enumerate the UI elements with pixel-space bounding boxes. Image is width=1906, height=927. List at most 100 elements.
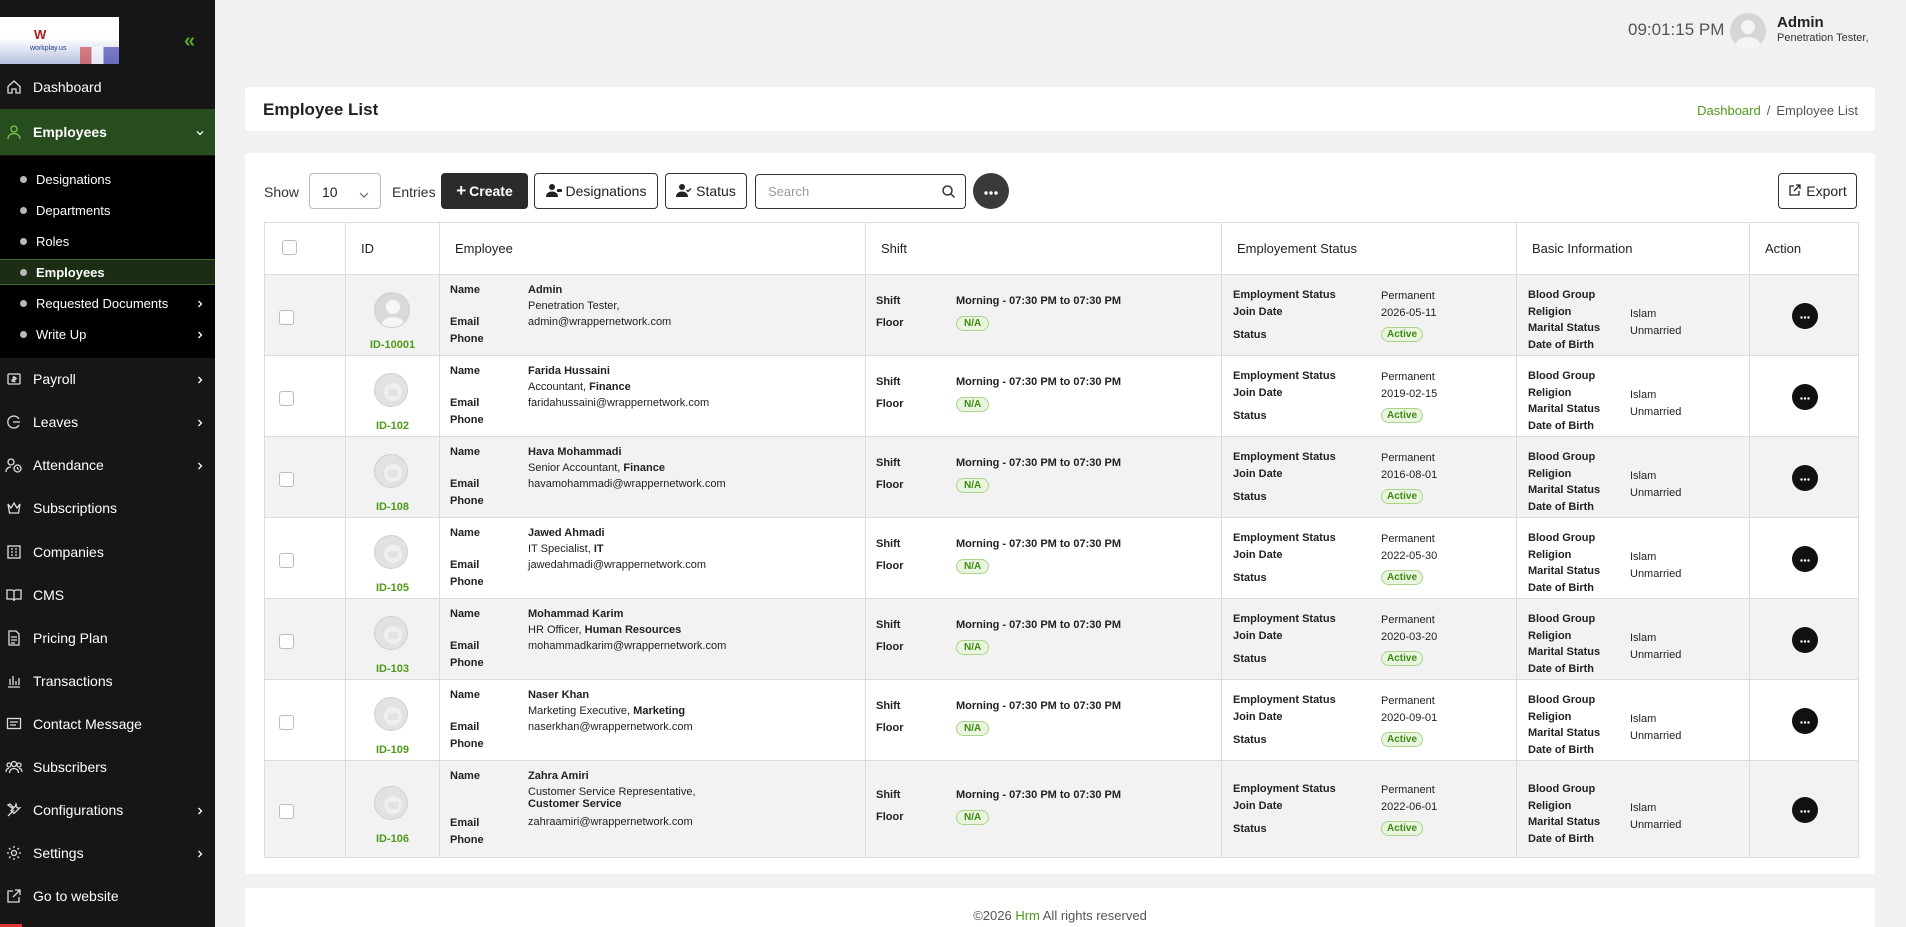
column-header-id[interactable]: ID [345,222,440,275]
submenu-item-departments[interactable]: Departments [0,197,215,223]
marital-status-value: Unmarried [1630,325,1682,337]
row-select-cell [264,436,346,518]
table-row[interactable]: ID-108 Name Hava Mohammadi Senior Accoun… [264,436,1859,518]
sidebar-item-leaves[interactable]: Leaves [0,404,215,440]
status-label: Status [1233,572,1267,584]
employee-id-link[interactable]: ID-105 [346,582,439,594]
join-date-value: 2022-06-01 [1381,801,1438,813]
sidebar-item-transactions[interactable]: Transactions [0,663,215,699]
employee-department: Finance [623,462,665,474]
row-checkbox[interactable] [279,310,294,325]
sidebar-item-go-to-website[interactable]: Go to website [0,878,215,914]
sidebar-item-cms[interactable]: CMS [0,577,215,613]
sidebar-item-attendance[interactable]: Attendance [0,447,215,483]
row-actions-button[interactable] [1792,627,1818,653]
create-button[interactable]: + Create [441,173,528,209]
submenu-item-roles[interactable]: Roles [0,228,215,254]
employee-title: Accountant, Finance [528,381,631,393]
breadcrumb-home-link[interactable]: Dashboard [1697,103,1761,118]
floor-label: Floor [876,811,904,823]
row-select-cell [264,679,346,761]
religion-label: Religion [1528,549,1572,561]
sidebar-item-subscriptions[interactable]: Subscriptions [0,490,215,526]
employment-status-cell: Employment Status Permanent Join Date 20… [1221,274,1517,356]
row-checkbox[interactable] [279,715,294,730]
phone-label: Phone [450,333,484,345]
collapse-sidebar-icon[interactable]: « [184,30,195,53]
blood-group-label: Blood Group [1528,532,1596,544]
chevron-right-icon [195,846,205,862]
footer-brand-link[interactable]: Hrm [1015,908,1040,923]
employee-designation: HR Officer, [528,624,582,636]
employee-name: Jawed Ahmadi [528,527,605,539]
status-label: Status [1233,491,1267,503]
name-label: Name [450,608,480,620]
search-icon[interactable] [941,184,956,204]
table-row[interactable]: ID-106 Name Zahra Amiri Customer Service… [264,760,1859,858]
tools-icon [4,802,24,818]
employee-id-link[interactable]: ID-109 [346,744,439,756]
status-button[interactable]: Status [665,173,747,209]
shift-label: Shift [876,700,901,712]
row-actions-button[interactable] [1792,384,1818,410]
column-header-employment-status[interactable]: Employement Status [1221,222,1517,275]
column-header-basic-information[interactable]: Basic Information [1516,222,1750,275]
table-row[interactable]: ID-105 Name Jawed Ahmadi IT Specialist, … [264,517,1859,599]
row-actions-button[interactable] [1792,708,1818,734]
floor-badge: N/A [956,721,990,736]
logo[interactable]: W workplay.us [0,17,119,64]
sidebar-item-settings[interactable]: Settings [0,835,215,871]
row-checkbox[interactable] [279,804,294,819]
table-row[interactable]: ID-102 Name Farida Hussaini Accountant, … [264,355,1859,437]
employee-id-link[interactable]: ID-108 [346,501,439,513]
search-input[interactable] [756,175,926,207]
footer-rights: All rights reserved [1042,908,1147,923]
user-icon [4,124,24,140]
submenu-item-employees[interactable]: Employees [0,259,215,285]
sidebar-item-pricing-plan[interactable]: Pricing Plan [0,620,215,656]
chevron-right-icon [195,297,205,312]
sidebar-item-subscribers[interactable]: Subscribers [0,749,215,785]
submenu-item-requested-documents[interactable]: Requested Documents [0,290,215,316]
row-checkbox[interactable] [279,391,294,406]
row-actions-button[interactable] [1792,465,1818,491]
row-checkbox[interactable] [279,634,294,649]
employee-id-link[interactable]: ID-106 [346,833,439,845]
employee-name: Zahra Amiri [528,770,589,782]
employment-status-cell: Employment Status Permanent Join Date 20… [1221,517,1517,599]
row-actions-button[interactable] [1792,303,1818,329]
row-actions-button[interactable] [1792,797,1818,823]
employee-id-link[interactable]: ID-10001 [346,339,439,351]
table-row[interactable]: ID-103 Name Mohammad Karim HR Officer, H… [264,598,1859,680]
employee-id-link[interactable]: ID-103 [346,663,439,675]
row-checkbox[interactable] [279,553,294,568]
export-button[interactable]: Export [1778,173,1857,209]
submenu-item-designations[interactable]: Designations [0,166,215,192]
table-row[interactable]: ID-10001 Name Admin Penetration Tester, … [264,274,1859,356]
sidebar-item-employees[interactable]: Employees [0,109,215,155]
select-all-checkbox[interactable] [282,239,297,255]
table-row[interactable]: ID-109 Name Naser Khan Marketing Executi… [264,679,1859,761]
sidebar-item-contact-message[interactable]: Contact Message [0,706,215,742]
employee-designation: Accountant, [528,381,587,393]
table-header-row: ID Employee Shift Employement Status Bas… [264,222,1859,275]
submenu-item-write-up[interactable]: Write Up [0,321,215,347]
sidebar-item-dashboard[interactable]: Dashboard [0,69,215,105]
employee-id-link[interactable]: ID-102 [346,420,439,432]
column-header-shift[interactable]: Shift [865,222,1222,275]
join-date-value: 2016-08-01 [1381,469,1438,481]
row-checkbox[interactable] [279,472,294,487]
page-size-select[interactable]: 10 [309,173,381,209]
sidebar-item-companies[interactable]: Companies [0,534,215,570]
row-actions-button[interactable] [1792,546,1818,572]
sidebar-item-configurations[interactable]: Configurations [0,792,215,828]
shift-value: Morning - 07:30 PM to 07:30 PM [956,538,1122,550]
basic-info-cell: Blood Group Religion Islam Marital Statu… [1516,355,1750,437]
more-options-button[interactable] [973,173,1009,209]
user-name[interactable]: Admin [1777,14,1824,31]
user-avatar[interactable] [1730,13,1766,49]
sidebar-item-payroll[interactable]: Payroll [0,361,215,397]
dob-label: Date of Birth [1528,420,1594,432]
designations-button[interactable]: Designations [534,173,658,209]
column-header-employee[interactable]: Employee [439,222,866,275]
